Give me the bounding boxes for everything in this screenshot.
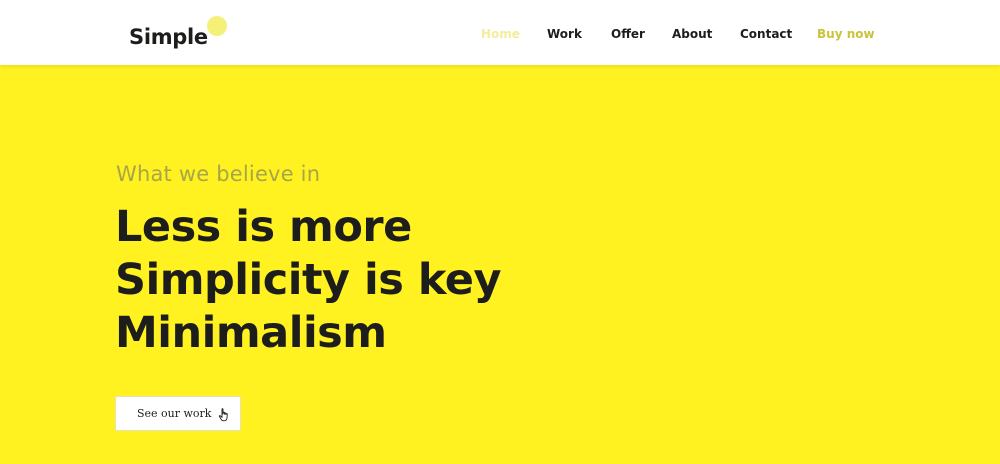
nav-link-home[interactable]: Home (481, 26, 520, 42)
top-navbar: Simple Home Work Offer About Contact Buy… (0, 0, 1000, 65)
hero-section: What we believe in Less is more Simplici… (0, 65, 1000, 464)
nav-link-buy-now[interactable]: Buy now (817, 26, 875, 42)
cta-label: See our work (137, 407, 212, 420)
nav-link-contact[interactable]: Contact (740, 26, 792, 42)
nav-link-work[interactable]: Work (547, 26, 582, 42)
brand-logo[interactable]: Simple (129, 16, 227, 52)
pointer-hand-icon (218, 407, 231, 422)
hero-headline: Less is more Simplicity is key Minimalis… (115, 201, 502, 360)
headline-line: Less is more (115, 202, 412, 252)
see-our-work-button[interactable]: See our work (115, 396, 241, 431)
hero-eyebrow: What we believe in (116, 162, 321, 186)
nav-link-offer[interactable]: Offer (611, 26, 645, 42)
headline-line: Minimalism (115, 308, 387, 358)
brand-name: Simple (129, 25, 208, 49)
headline-line: Simplicity is key (115, 255, 502, 305)
logo-accent-dot (207, 16, 227, 36)
nav-link-about[interactable]: About (672, 26, 712, 42)
